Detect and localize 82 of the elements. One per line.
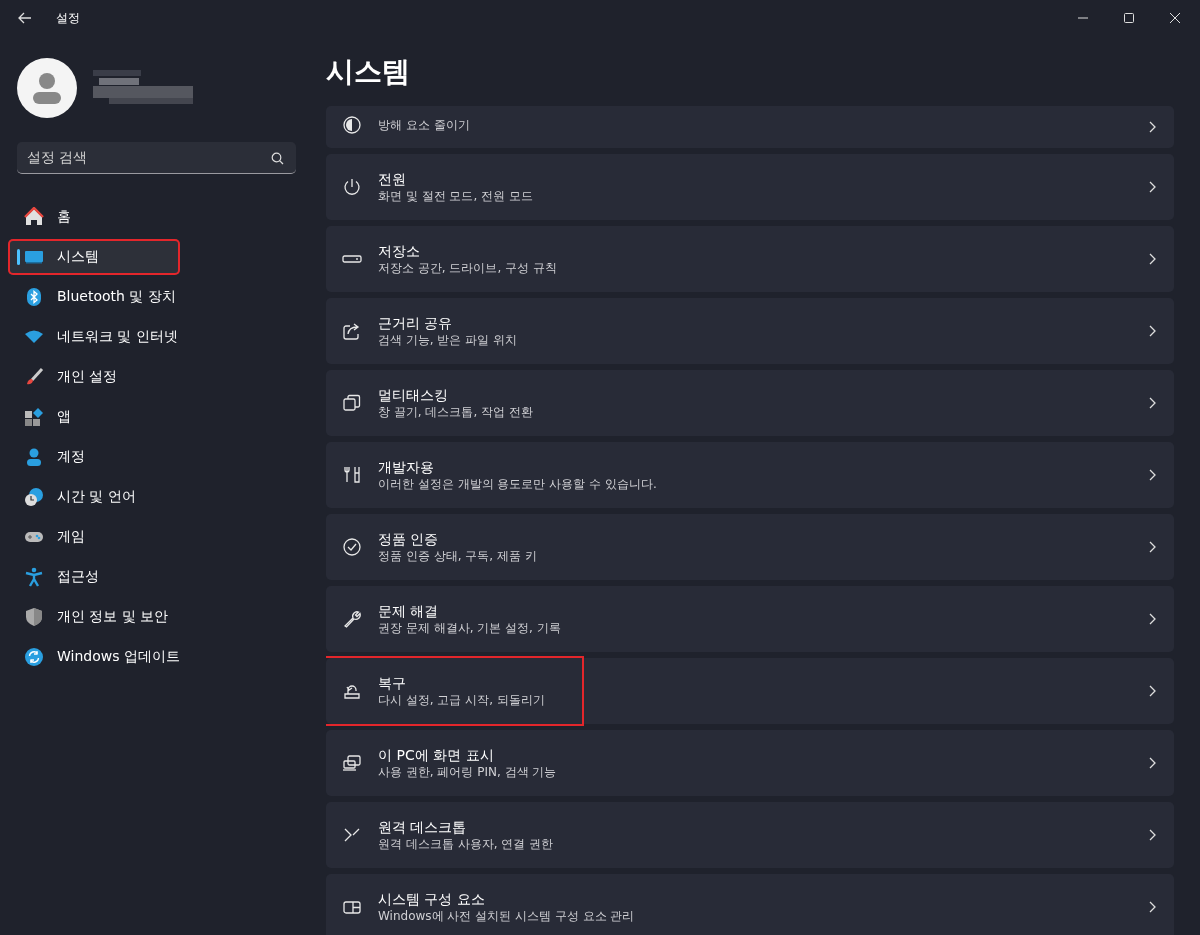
chevron-right-icon xyxy=(1149,684,1156,697)
setting-title: 저장소 xyxy=(378,241,421,260)
person-icon xyxy=(24,446,44,467)
setting-card[interactable]: 근거리 공유 검색 기능, 받은 파일 위치 xyxy=(326,297,1174,364)
sidebar-item[interactable]: Bluetooth 및 장치 xyxy=(8,278,297,315)
search-icon xyxy=(271,151,284,165)
setting-card[interactable]: 원격 데스크톱 원격 데스크톱 사용자, 연결 권한 xyxy=(326,801,1174,868)
setting-card[interactable]: 개발자용 이러한 설정은 개발의 용도로만 사용할 수 있습니다. xyxy=(326,441,1174,508)
sidebar-item[interactable]: Windows 업데이트 xyxy=(8,638,297,675)
setting-title: 이 PC에 화면 표시 xyxy=(378,745,495,764)
accessibility-icon xyxy=(24,566,44,587)
sidebar-item[interactable]: 앱 xyxy=(8,398,297,435)
setting-title: 근거리 공유 xyxy=(378,313,454,332)
sidebar-item[interactable]: 홈 xyxy=(8,198,297,235)
wrench-icon xyxy=(342,608,362,629)
setting-card[interactable]: 저장소 저장소 공간, 드라이브, 구성 규칙 xyxy=(326,225,1174,292)
chevron-right-icon xyxy=(1149,252,1156,265)
chevron-right-icon xyxy=(1149,468,1156,481)
setting-description: Windows에 사전 설치된 시스템 구성 요소 관리 xyxy=(378,907,635,924)
sidebar-item[interactable]: 게임 xyxy=(8,518,297,555)
sidebar-item[interactable]: 개인 정보 및 보안 xyxy=(8,598,297,635)
sidebar-item[interactable]: 접근성 xyxy=(8,558,297,595)
setting-title: 시스템 구성 요소 xyxy=(378,889,486,908)
clock-globe-icon xyxy=(24,486,44,507)
setting-card[interactable]: 정품 인증 정품 인증 상태, 구독, 제품 키 xyxy=(326,513,1174,580)
projection-icon xyxy=(342,752,362,773)
close-icon xyxy=(1170,12,1180,23)
setting-title: 복구 xyxy=(378,673,407,692)
chevron-right-icon xyxy=(1149,324,1156,337)
home-icon xyxy=(24,206,44,227)
shield-icon xyxy=(24,606,44,627)
setting-description: 권장 문제 해결사, 기본 설정, 기록 xyxy=(378,619,561,636)
setting-title: 멀티태스킹 xyxy=(378,385,449,404)
setting-description: 방해 요소 줄이기 xyxy=(378,116,470,133)
setting-description: 다시 설정, 고급 시작, 되돌리기 xyxy=(378,691,545,708)
check-circle-icon xyxy=(342,536,362,557)
maximize-icon xyxy=(1124,12,1134,23)
setting-card[interactable]: 방해 요소 줄이기 xyxy=(326,105,1174,148)
setting-description: 원격 데스크톱 사용자, 연결 권한 xyxy=(378,835,554,852)
setting-card[interactable]: 복구 다시 설정, 고급 시작, 되돌리기 xyxy=(326,657,1174,724)
setting-title: 원격 데스크톱 xyxy=(378,817,468,836)
setting-title: 정품 인증 xyxy=(378,529,440,548)
setting-card[interactable]: 전원 화면 및 절전 모드, 전원 모드 xyxy=(326,153,1174,220)
chevron-right-icon xyxy=(1149,756,1156,769)
chevron-right-icon xyxy=(1149,612,1156,625)
setting-description: 저장소 공간, 드라이브, 구성 규칙 xyxy=(378,259,557,276)
setting-card[interactable]: 문제 해결 권장 문제 해결사, 기본 설정, 기록 xyxy=(326,585,1174,652)
setting-description: 화면 및 절전 모드, 전원 모드 xyxy=(378,187,533,204)
chevron-right-icon xyxy=(1149,828,1156,841)
setting-card[interactable]: 시스템 구성 요소 Windows에 사전 설치된 시스템 구성 요소 관리 xyxy=(326,873,1174,935)
setting-description: 창 끌기, 데스크톱, 작업 전환 xyxy=(378,403,533,420)
sidebar-item[interactable]: 계정 xyxy=(8,438,297,475)
refresh-icon xyxy=(24,646,44,667)
setting-description: 정품 인증 상태, 구독, 제품 키 xyxy=(378,547,537,564)
bluetooth-icon xyxy=(24,286,44,307)
setting-card[interactable]: 멀티태스킹 창 끌기, 데스크톱, 작업 전환 xyxy=(326,369,1174,436)
window-title: 설정 xyxy=(56,9,80,27)
chevron-right-icon xyxy=(1149,900,1156,913)
back-arrow-icon[interactable] xyxy=(18,11,32,24)
chevron-right-icon xyxy=(1149,540,1156,553)
setting-description: 이러한 설정은 개발의 용도로만 사용할 수 있습니다. xyxy=(378,475,657,492)
sidebar-item[interactable]: 개인 설정 xyxy=(8,358,297,395)
setting-title: 문제 해결 xyxy=(378,601,440,620)
setting-description: 검색 기능, 받은 파일 위치 xyxy=(378,331,518,348)
power-icon xyxy=(342,176,362,197)
focus-icon xyxy=(342,114,362,135)
apps-icon xyxy=(24,406,44,427)
chevron-right-icon xyxy=(1149,120,1156,133)
multitasking-icon xyxy=(342,392,362,413)
paintbrush-icon xyxy=(24,366,44,387)
setting-description: 사용 권한, 페어링 PIN, 검색 기능 xyxy=(378,763,557,780)
search-field[interactable]: 설정 검색 xyxy=(17,141,296,174)
sidebar-item[interactable]: 네트워크 및 인터넷 xyxy=(8,318,297,355)
setting-title: 전원 xyxy=(378,169,407,188)
page-title: 시스템 xyxy=(326,53,411,90)
chevron-right-icon xyxy=(1149,396,1156,409)
setting-title: 개발자용 xyxy=(378,457,435,476)
setting-card[interactable]: 이 PC에 화면 표시 사용 권한, 페어링 PIN, 검색 기능 xyxy=(326,729,1174,796)
sidebar-item[interactable]: 시스템 xyxy=(8,238,180,275)
sidebar-item[interactable]: 시간 및 언어 xyxy=(8,478,297,515)
chevron-right-icon xyxy=(1149,180,1156,193)
tools-icon xyxy=(342,464,362,485)
